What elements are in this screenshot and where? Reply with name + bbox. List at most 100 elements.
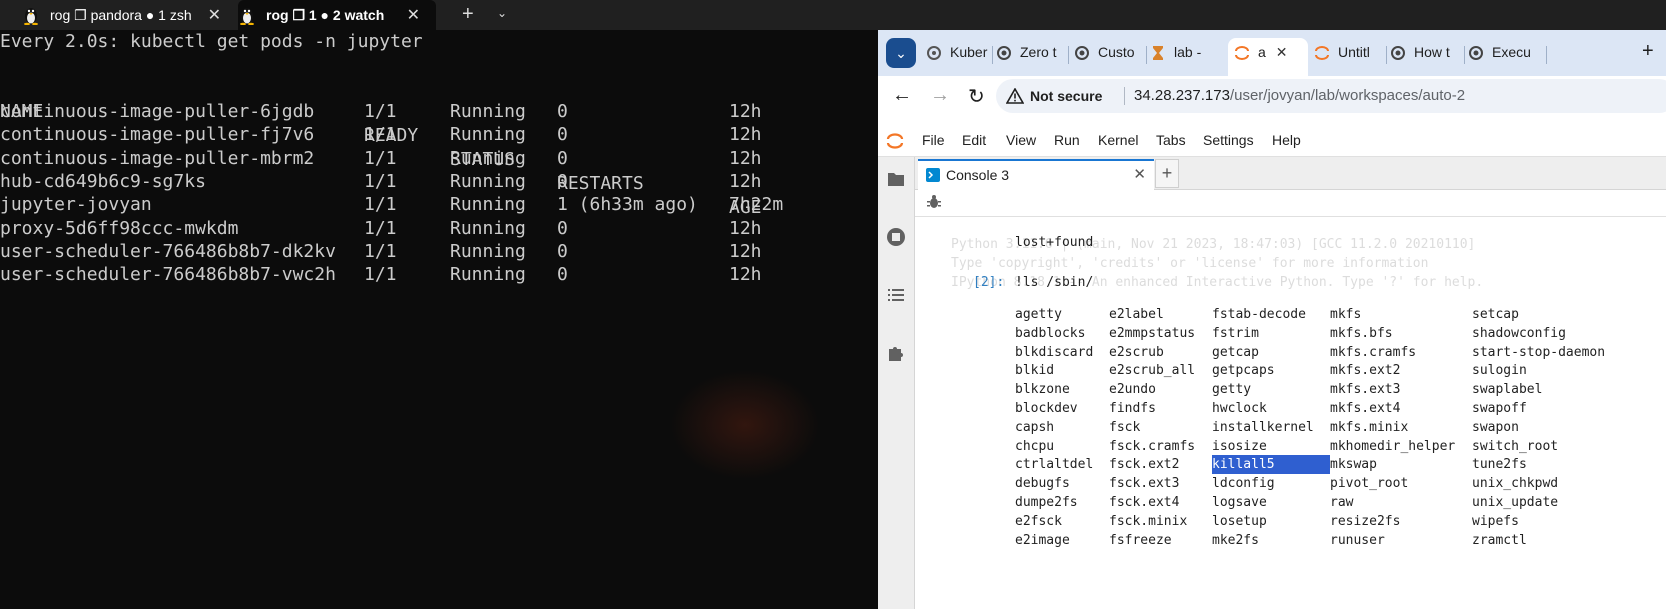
browser-tab-custo[interactable]: Custo — [1074, 38, 1144, 76]
sbin-entry[interactable]: fsck.ext2 — [1109, 455, 1179, 474]
reload-icon[interactable]: ↻ — [968, 84, 985, 109]
sbin-entry[interactable]: fsck — [1109, 418, 1140, 437]
browser-tab-kuber[interactable]: Kuber — [926, 38, 990, 76]
sbin-entry-selected[interactable]: killall5 — [1212, 455, 1330, 475]
sbin-entry[interactable]: mkhomedir_helper — [1330, 437, 1455, 456]
sbin-entry[interactable]: isosize — [1212, 437, 1267, 456]
sbin-entry[interactable]: mkfs.minix — [1330, 418, 1408, 437]
sbin-entry[interactable]: sulogin — [1472, 361, 1527, 380]
back-arrow-icon[interactable]: ← — [892, 84, 912, 107]
sbin-entry[interactable]: fsfreeze — [1109, 531, 1172, 550]
browser-tab-active[interactable]: a ✕ — [1228, 38, 1308, 76]
sbin-entry[interactable]: fstrim — [1212, 324, 1259, 343]
sbin-entry[interactable]: e2image — [1015, 531, 1070, 550]
bug-debugger-icon[interactable] — [927, 194, 941, 210]
sbin-entry[interactable]: swapoff — [1472, 399, 1527, 418]
close-icon[interactable]: ✕ — [208, 5, 221, 25]
sbin-entry[interactable]: e2scrub — [1109, 343, 1164, 362]
tab-search-button[interactable]: ⌄ — [886, 38, 916, 68]
sbin-entry[interactable]: wipefs — [1472, 512, 1519, 531]
new-tab-plus-icon[interactable]: + — [462, 3, 474, 26]
close-icon[interactable]: ✕ — [1276, 44, 1288, 61]
sbin-entry[interactable]: raw — [1330, 493, 1353, 512]
sbin-entry[interactable]: e2fsck — [1015, 512, 1062, 531]
menu-tabs[interactable]: Tabs — [1156, 132, 1186, 148]
sbin-entry[interactable]: capsh — [1015, 418, 1054, 437]
running-stop-icon[interactable] — [886, 227, 906, 247]
sbin-entry[interactable]: getty — [1212, 380, 1251, 399]
close-icon[interactable]: ✕ — [1133, 165, 1146, 183]
menu-run[interactable]: Run — [1054, 132, 1080, 148]
sbin-entry[interactable]: blkzone — [1015, 380, 1070, 399]
sbin-entry[interactable]: setcap — [1472, 305, 1519, 324]
sbin-entry[interactable]: getpcaps — [1212, 361, 1275, 380]
sbin-entry[interactable]: blkdiscard — [1015, 343, 1093, 362]
folder-icon[interactable] — [886, 169, 906, 189]
sbin-entry[interactable]: e2scrub_all — [1109, 361, 1195, 380]
browser-tab-execu[interactable]: Execu — [1468, 38, 1544, 76]
browser-tab-untitled[interactable]: Untitl — [1314, 38, 1384, 76]
address-bar[interactable]: Not secure 34.28.237.173/user/jovyan/lab… — [996, 79, 1666, 113]
sbin-entry[interactable]: blockdev — [1015, 399, 1078, 418]
sbin-entry[interactable]: getcap — [1212, 343, 1259, 362]
sbin-entry[interactable]: mkswap — [1330, 455, 1377, 474]
sbin-entry[interactable]: losetup — [1212, 512, 1267, 531]
sbin-entry[interactable]: installkernel — [1212, 418, 1314, 437]
close-icon[interactable]: ✕ — [407, 5, 420, 25]
menu-view[interactable]: View — [1006, 132, 1036, 148]
sbin-entry[interactable]: fsck.ext4 — [1109, 493, 1179, 512]
terminal-tab-watch[interactable]: rog ❐ 1 ● 2 watch ✕ — [238, 0, 436, 30]
sbin-entry[interactable]: fsck.minix — [1109, 512, 1187, 531]
sbin-entry[interactable]: shadowconfig — [1472, 324, 1566, 343]
sbin-entry[interactable]: swapon — [1472, 418, 1519, 437]
sbin-entry[interactable]: agetty — [1015, 305, 1062, 324]
sbin-entry[interactable]: start-stop-daemon — [1472, 343, 1605, 362]
sbin-entry[interactable]: unix_update — [1472, 493, 1558, 512]
sbin-entry[interactable]: mkfs — [1330, 305, 1361, 324]
new-launcher-button[interactable]: + — [1155, 159, 1179, 188]
sbin-entry[interactable]: logsave — [1212, 493, 1267, 512]
console-panel[interactable]: Python 3.11.6 | (main, Nov 21 2023, 18:4… — [915, 217, 1666, 609]
sbin-entry[interactable]: fsck.ext3 — [1109, 474, 1179, 493]
menu-kernel[interactable]: Kernel — [1098, 132, 1138, 148]
sbin-entry[interactable]: mkfs.cramfs — [1330, 343, 1416, 362]
sbin-entry[interactable]: unix_chkpwd — [1472, 474, 1558, 493]
sbin-entry[interactable]: badblocks — [1015, 324, 1085, 343]
menu-file[interactable]: File — [922, 132, 945, 148]
sbin-entry[interactable]: dumpe2fs — [1015, 493, 1078, 512]
sbin-entry[interactable]: e2undo — [1109, 380, 1156, 399]
sbin-entry[interactable]: chcpu — [1015, 437, 1054, 456]
sbin-entry[interactable]: mkfs.ext2 — [1330, 361, 1400, 380]
sbin-entry[interactable]: fsck.cramfs — [1109, 437, 1195, 456]
sbin-entry[interactable]: resize2fs — [1330, 512, 1400, 531]
browser-tab-zero[interactable]: Zero t — [996, 38, 1066, 76]
sbin-entry[interactable]: tune2fs — [1472, 455, 1527, 474]
sbin-entry[interactable]: ctrlaltdel — [1015, 455, 1093, 474]
tab-console-3[interactable]: Console 3 ✕ — [918, 159, 1154, 190]
sbin-entry[interactable]: mkfs.ext3 — [1330, 380, 1400, 399]
extension-puzzle-icon[interactable] — [886, 343, 906, 363]
sbin-entry[interactable]: runuser — [1330, 531, 1385, 550]
sbin-entry[interactable]: findfs — [1109, 399, 1156, 418]
sbin-entry[interactable]: mkfs.ext4 — [1330, 399, 1400, 418]
terminal-tab-zsh[interactable]: rog ❐ pandora ● 1 zsh ✕ — [0, 0, 237, 30]
input-command[interactable]: !ls /sbin/ — [1015, 275, 1093, 290]
menu-settings[interactable]: Settings — [1203, 132, 1254, 148]
sbin-entry[interactable]: blkid — [1015, 361, 1054, 380]
sbin-entry[interactable]: ldconfig — [1212, 474, 1275, 493]
sbin-entry[interactable]: debugfs — [1015, 474, 1070, 493]
chevron-down-icon[interactable]: ⌄ — [497, 6, 507, 20]
terminal-output[interactable]: Every 2.0s: kubectl get pods -n jupyter … — [0, 30, 878, 609]
forward-arrow-icon[interactable]: → — [930, 84, 950, 107]
sbin-entry[interactable]: e2mmpstatus — [1109, 324, 1195, 343]
menu-edit[interactable]: Edit — [962, 132, 986, 148]
sbin-entry[interactable]: hwclock — [1212, 399, 1267, 418]
sbin-entry[interactable]: fstab-decode — [1212, 305, 1306, 324]
sbin-entry[interactable]: e2label — [1109, 305, 1164, 324]
sbin-entry[interactable]: mke2fs — [1212, 531, 1259, 550]
sbin-entry[interactable]: mkfs.bfs — [1330, 324, 1393, 343]
sbin-entry[interactable]: swaplabel — [1472, 380, 1542, 399]
sbin-entry[interactable]: pivot_root — [1330, 474, 1408, 493]
browser-tab-how[interactable]: How t — [1390, 38, 1462, 76]
sbin-entry[interactable]: zramctl — [1472, 531, 1527, 550]
